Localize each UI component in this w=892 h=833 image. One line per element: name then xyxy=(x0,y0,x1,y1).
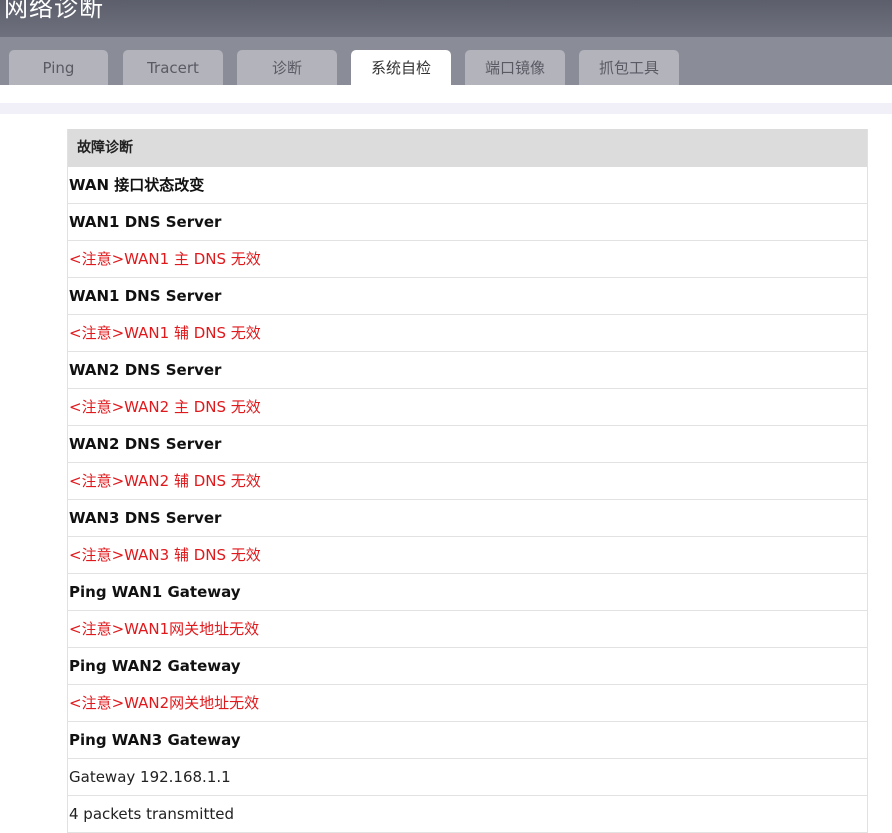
check-heading-row: WAN3 DNS Server xyxy=(68,500,867,537)
check-heading-row: WAN2 DNS Server xyxy=(68,352,867,389)
check-heading-row: WAN1 DNS Server xyxy=(68,204,867,241)
tab-ping[interactable]: Ping xyxy=(9,50,108,85)
tab-tracert[interactable]: Tracert xyxy=(123,50,223,85)
title-bar: 网络诊断 xyxy=(0,0,892,37)
warning-row: <注意>WAN1 主 DNS 无效 xyxy=(68,241,867,278)
page-title: 网络诊断 xyxy=(4,0,104,22)
check-heading-row: Ping WAN1 Gateway xyxy=(68,574,867,611)
result-row: Gateway 192.168.1.1 xyxy=(68,759,867,796)
diagnosis-panel: 故障诊断 WAN 接口状态改变 WAN1 DNS Server <注意>WAN1 主… xyxy=(67,129,868,833)
warning-row: <注意>WAN2网关地址无效 xyxy=(68,685,867,722)
tab-diagnose[interactable]: 诊断 xyxy=(237,50,337,85)
check-heading-row: Ping WAN3 Gateway xyxy=(68,722,867,759)
warning-row: <注意>WAN3 辅 DNS 无效 xyxy=(68,537,867,574)
content-separator xyxy=(0,103,892,114)
tab-self-check[interactable]: 系统自检 xyxy=(351,50,451,85)
tab-packet-capture[interactable]: 抓包工具 xyxy=(579,50,679,85)
warning-row: <注意>WAN1网关地址无效 xyxy=(68,611,867,648)
check-heading-row: WAN 接口状态改变 xyxy=(68,167,867,204)
check-heading-row: Ping WAN2 Gateway xyxy=(68,648,867,685)
tab-strip: Ping Tracert 诊断 系统自检 端口镜像 抓包工具 xyxy=(0,37,892,85)
check-heading-row: WAN2 DNS Server xyxy=(68,426,867,463)
panel-title: 故障诊断 xyxy=(68,129,867,167)
result-row: 4 packets transmitted xyxy=(68,796,867,833)
tab-port-mirror[interactable]: 端口镜像 xyxy=(465,50,565,85)
check-heading-row: WAN1 DNS Server xyxy=(68,278,867,315)
warning-row: <注意>WAN2 主 DNS 无效 xyxy=(68,389,867,426)
result-list: WAN 接口状态改变 WAN1 DNS Server <注意>WAN1 主 DNS … xyxy=(68,167,867,833)
warning-row: <注意>WAN1 辅 DNS 无效 xyxy=(68,315,867,352)
warning-row: <注意>WAN2 辅 DNS 无效 xyxy=(68,463,867,500)
